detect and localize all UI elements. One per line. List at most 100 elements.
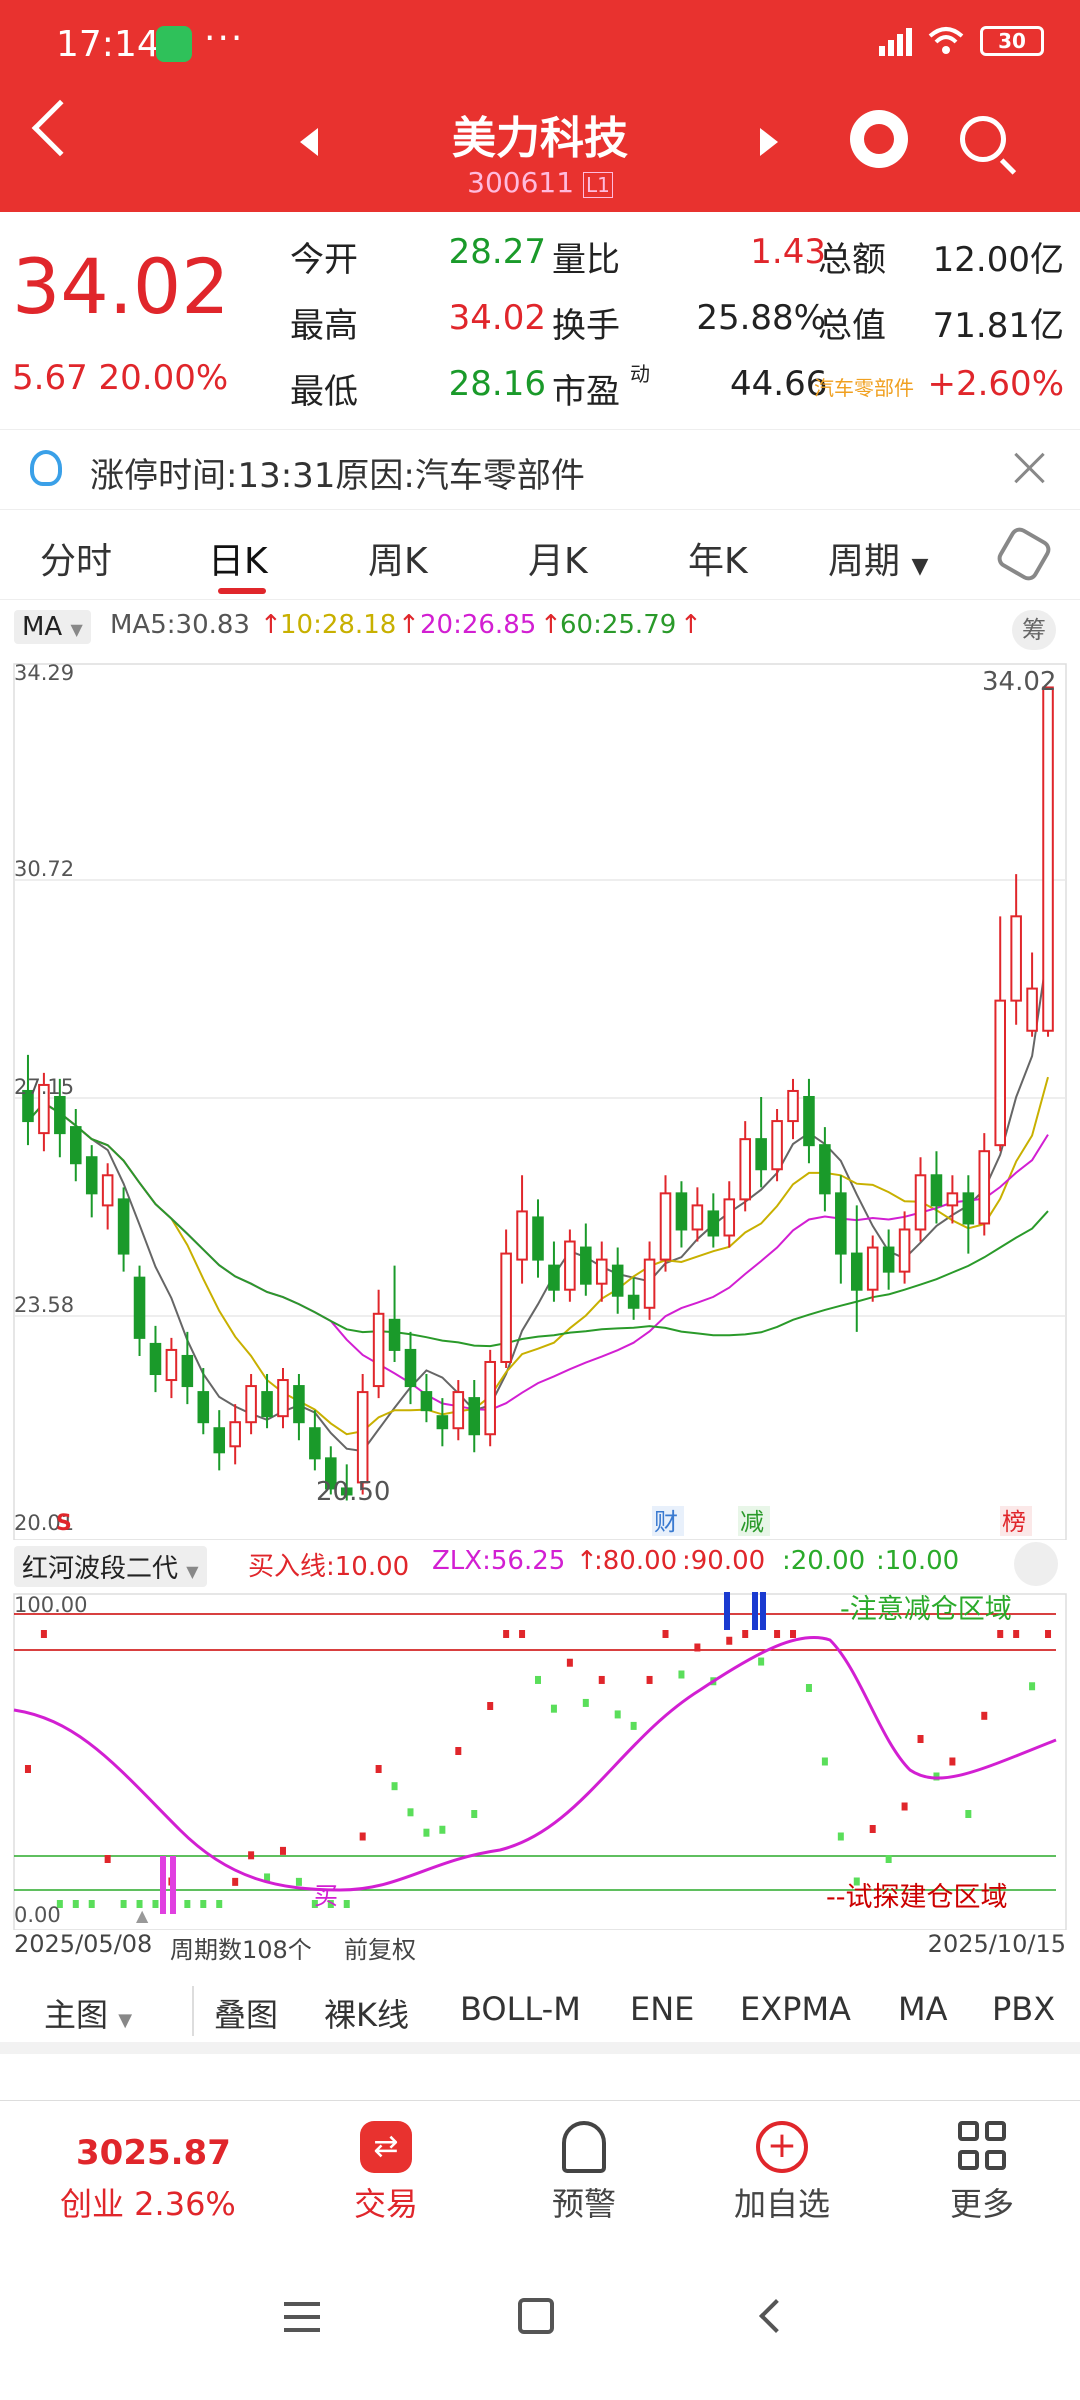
indicator-bar xyxy=(24,1765,31,1773)
candle-body xyxy=(404,1348,417,1388)
candle-body xyxy=(70,1126,82,1165)
back-nav-icon[interactable] xyxy=(759,2299,793,2333)
nav-add-watchlist[interactable]: + 加自选 xyxy=(712,2121,852,2225)
tab-daily-k[interactable]: 日K xyxy=(208,532,268,584)
index-value[interactable]: 3025.87 xyxy=(76,2133,231,2173)
nav-trade-label: 交易 xyxy=(353,2185,418,2223)
tab-overlay[interactable]: 叠图 xyxy=(214,1990,278,2036)
candle-body xyxy=(372,1312,385,1388)
scroll-up-icon[interactable]: ▲ xyxy=(136,1906,148,1925)
indicator-bar xyxy=(359,1832,366,1841)
indicator-bar xyxy=(519,1630,526,1638)
search-icon[interactable] xyxy=(960,116,1006,162)
kline-chart-area: MA ▼ MA5:30.83 ↑ 10:28.18 ↑ 20:26.85 ↑ 6… xyxy=(0,600,1080,1970)
next-stock-icon[interactable] xyxy=(760,128,778,156)
candle-body xyxy=(595,1258,608,1285)
billboard-marker[interactable]: 榜 xyxy=(1002,1508,1026,1536)
chip-distribution-button[interactable]: 筹 xyxy=(1012,610,1056,650)
indicator-bar xyxy=(423,1828,430,1837)
reduction-marker[interactable]: 减 xyxy=(740,1508,764,1536)
low-price-label: 20.50 xyxy=(316,1477,390,1507)
bottom-nav: 3025.87 创业 2.36% ⇄ 交易 预警 + 加自选 更多 xyxy=(0,2100,1080,2250)
main-chart-selector[interactable]: 主图 ▼ xyxy=(44,1990,132,2036)
indicator-bar xyxy=(774,1630,781,1638)
nav-alert[interactable]: 预警 xyxy=(514,2121,654,2225)
close-icon[interactable] xyxy=(1010,448,1050,488)
nav-more[interactable]: 更多 xyxy=(912,2121,1052,2225)
tab-boll-m[interactable]: BOLL-M xyxy=(460,1990,581,2028)
limit-up-banner[interactable]: 涨停时间:13:31原因:汽车零部件 xyxy=(0,430,1080,510)
quote-value: 28.16 xyxy=(448,364,546,404)
quote-label: 最低 xyxy=(290,372,358,412)
candle-body xyxy=(755,1138,767,1171)
indicator-bar xyxy=(152,1900,159,1908)
candle-body xyxy=(994,999,1006,1147)
tab-ene[interactable]: ENE xyxy=(630,1990,694,2028)
quote-row: 最低 28.16 市盈 动 44.66 汽车零部件 +2.60% xyxy=(290,362,1080,414)
home-icon[interactable] xyxy=(518,2298,554,2334)
ma20-value: 20:26.85 xyxy=(420,610,537,640)
candle-body xyxy=(580,1246,592,1285)
sell-marker: S xyxy=(56,1511,72,1536)
indicator-selector[interactable]: 红河波段二代 ▼ xyxy=(14,1546,207,1587)
candle-body xyxy=(930,1174,943,1207)
indicator-bar xyxy=(550,1704,557,1713)
candle-body xyxy=(1042,686,1054,1032)
indicator-bar xyxy=(758,1657,765,1666)
x-axis: 2025/05/08 周期数108个 前复权 2025/10/15 ▲ xyxy=(0,1906,1080,1966)
indicator-bar xyxy=(88,1900,95,1908)
candle-body xyxy=(500,1252,512,1363)
ma-selector[interactable]: MA ▼ xyxy=(14,610,91,644)
nav-alert-label: 预警 xyxy=(551,2185,616,2223)
indicator-bar xyxy=(184,1900,191,1908)
build-zone-label: --试探建仓区域 xyxy=(826,1882,1008,1913)
settings-hexagon-icon[interactable] xyxy=(993,523,1055,585)
indicator-bar xyxy=(837,1832,844,1841)
tab-pbx[interactable]: PBX xyxy=(992,1990,1055,2028)
candle-body xyxy=(388,1318,401,1351)
tab-yearly-k[interactable]: 年K xyxy=(688,532,748,584)
indicator-chart[interactable]: 100.00 0.00 -注意减仓区域 --试探建仓区域 买 xyxy=(0,1590,1080,1930)
menu-icon[interactable] xyxy=(284,2302,320,2332)
indicator-bar xyxy=(72,1900,79,1908)
candle-body xyxy=(675,1192,688,1231)
kline-main-chart[interactable]: 34.29 30.72 27.15 23.58 20.01 S 34.02 20… xyxy=(0,660,1080,1540)
cell-signal-icon xyxy=(879,26,912,56)
candle-body xyxy=(54,1095,66,1135)
tab-ma[interactable]: MA xyxy=(898,1990,948,2028)
indicator-top-label: 100.00 xyxy=(14,1593,87,1617)
candle-body xyxy=(213,1427,226,1454)
earnings-marker[interactable]: 财 xyxy=(654,1508,678,1536)
quote-value: 34.02 xyxy=(448,298,546,338)
candle-body xyxy=(627,1294,640,1309)
indicator-bar xyxy=(455,1747,462,1755)
candle-body xyxy=(946,1192,959,1207)
nav-trade[interactable]: ⇄ 交易 xyxy=(316,2121,456,2225)
tab-expma[interactable]: EXPMA xyxy=(740,1990,851,2028)
industry-link[interactable]: 汽车零部件 xyxy=(814,372,914,401)
buy-signal-label: 买 xyxy=(314,1882,338,1910)
indicator-bar xyxy=(439,1825,446,1834)
tab-weekly-k[interactable]: 周K xyxy=(368,532,428,584)
ma-selector-label: MA xyxy=(22,612,63,642)
candle-body xyxy=(771,1120,783,1171)
indicator-bar xyxy=(295,1877,302,1886)
candle-body xyxy=(962,1192,975,1225)
index-name[interactable]: 创业 2.36% xyxy=(60,2179,236,2225)
candle-body xyxy=(882,1246,895,1273)
tab-period[interactable]: 周期 ▼ xyxy=(828,532,928,584)
system-nav-bar xyxy=(0,2250,1080,2400)
quote-label: 最高 xyxy=(290,306,358,346)
mascot-icon[interactable] xyxy=(850,110,908,168)
tab-naked-k[interactable]: 裸K线 xyxy=(324,1990,409,2036)
last-price: 34.02 xyxy=(12,242,230,331)
lightbulb-icon xyxy=(30,450,62,486)
ma60-value: 60:25.79 xyxy=(560,610,677,640)
indicator-bar xyxy=(885,1855,892,1863)
warn-zone-label: -注意减仓区域 xyxy=(840,1594,1012,1625)
tab-monthly-k[interactable]: 月K xyxy=(528,532,588,584)
quote-label: 总额 xyxy=(818,240,886,280)
candle-body xyxy=(532,1216,544,1261)
tab-intraday[interactable]: 分时 xyxy=(40,532,112,584)
expand-icon[interactable] xyxy=(1014,1542,1058,1586)
